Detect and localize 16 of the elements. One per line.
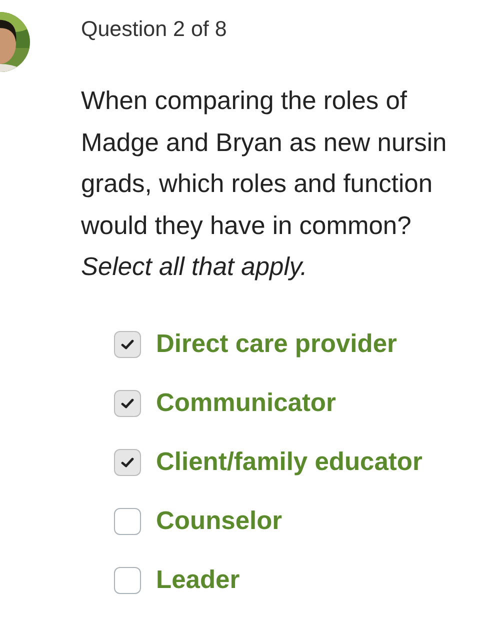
option-label[interactable]: Leader — [156, 566, 240, 595]
check-icon — [121, 457, 134, 468]
checkbox[interactable] — [114, 567, 141, 594]
instruction-text: Select all that apply. — [81, 252, 308, 283]
question-counter: Question 2 of 8 — [81, 17, 227, 42]
checkbox[interactable] — [114, 390, 141, 417]
option-label[interactable]: Client/family educator — [156, 448, 422, 477]
option-label[interactable]: Direct care provider — [156, 330, 397, 359]
question-text: When comparing the roles of Madge and Bryan as new nursin grads, which roles and function would they have in common? — [81, 86, 448, 242]
option-label[interactable]: Counselor — [156, 507, 282, 536]
checkbox[interactable] — [114, 449, 141, 476]
check-icon — [121, 339, 134, 350]
option-label[interactable]: Communicator — [156, 389, 336, 418]
checkbox[interactable] — [114, 331, 141, 358]
check-icon — [121, 398, 134, 409]
checkbox[interactable] — [114, 508, 141, 535]
